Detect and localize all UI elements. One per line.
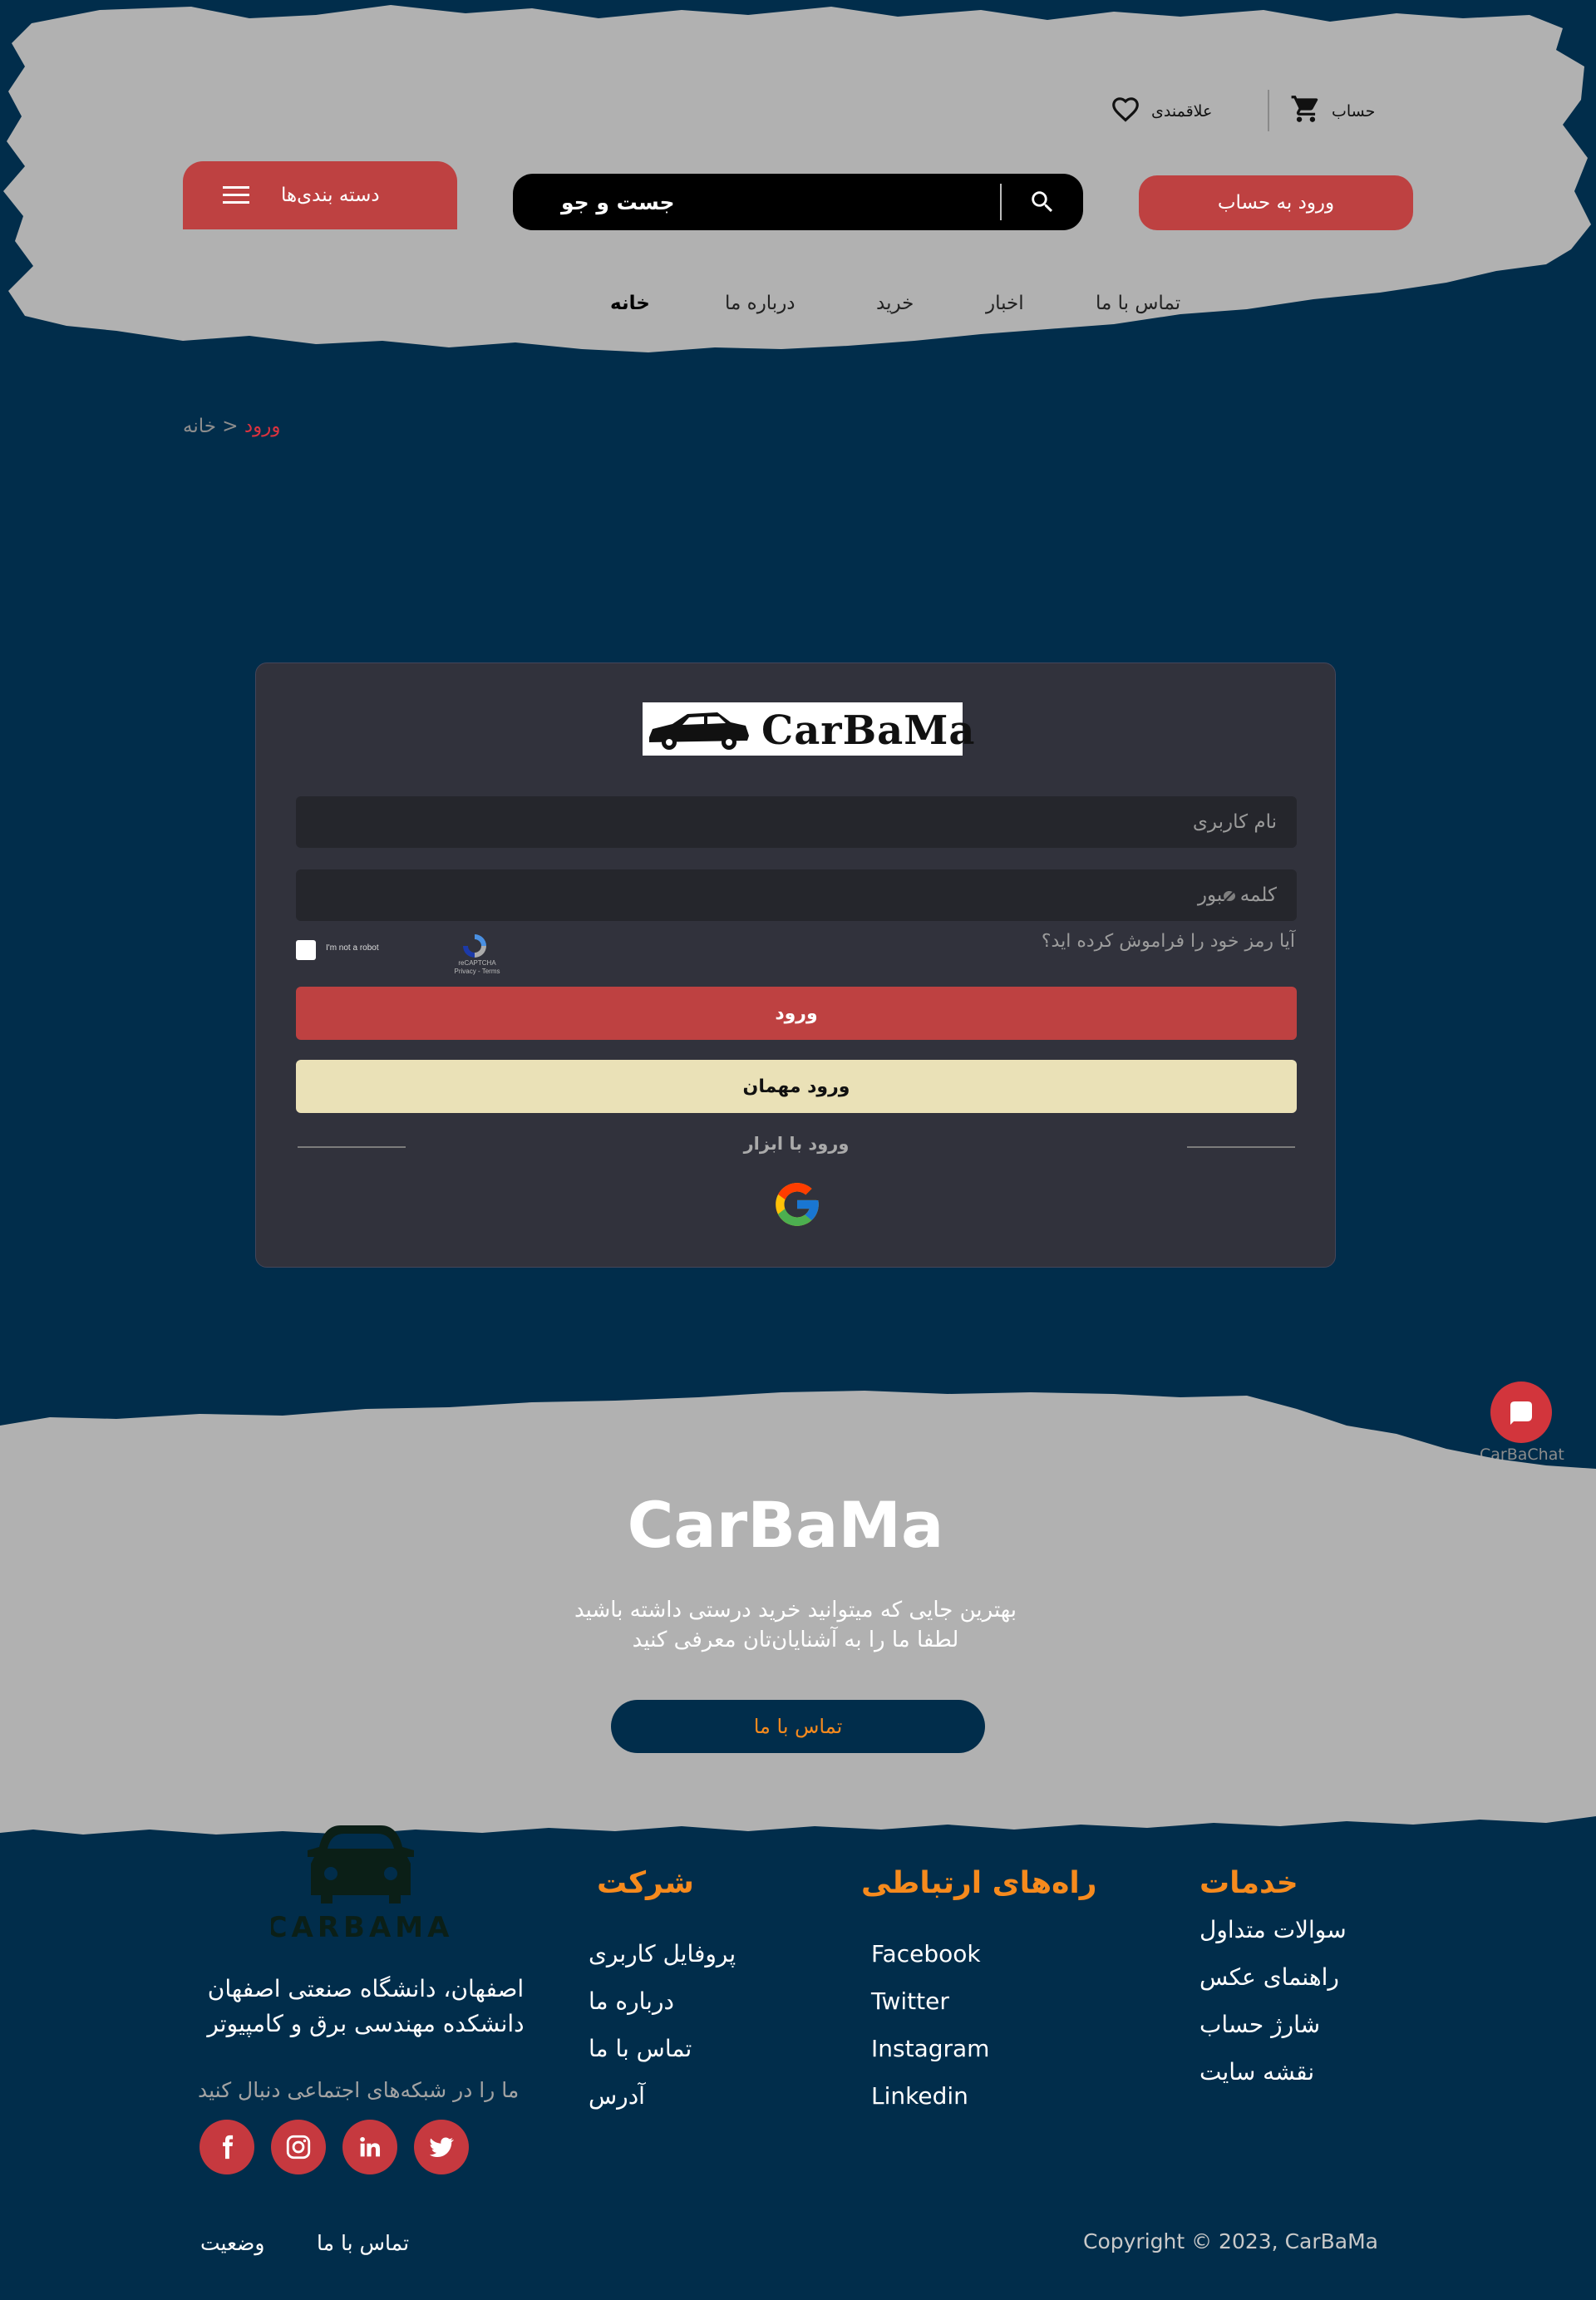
contact-link-twitter[interactable]: Twitter [871, 1987, 949, 2015]
address-line2: دانشکده مهندسی برق و کامپیوتر [207, 2010, 525, 2037]
search-divider [1000, 184, 1002, 220]
logo-text: CarBaMa [761, 707, 976, 754]
contact-link-linkedin[interactable]: Linkedin [871, 2082, 968, 2110]
footer-cta-line2: لطفا ما را به آشنایان‌تان معرفی کنید [632, 1628, 959, 1652]
company-link-address[interactable]: آدرس [589, 2082, 645, 2110]
footer-contact-button[interactable]: تماس با ما [611, 1700, 985, 1753]
account-label: حساب [1332, 101, 1376, 121]
password-field[interactable] [296, 869, 1297, 921]
contact-title: راه‌های ارتباطی [861, 1866, 1097, 1900]
search-label: جست و جو [561, 190, 675, 214]
instagram-button[interactable] [271, 2120, 326, 2174]
submit-login-button[interactable]: ورود [296, 987, 1297, 1040]
nav-home[interactable]: خانه [610, 287, 650, 320]
footer-cta-title: CarBaMa [627, 1488, 944, 1562]
breadcrumb-separator: < [215, 416, 244, 437]
account-link[interactable]: حساب [1290, 93, 1375, 129]
contact-link-facebook[interactable]: Facebook [871, 1940, 981, 1968]
status-link[interactable]: وضعیت [200, 2231, 264, 2255]
copyright: Copyright © 2023, CarBaMa [1083, 2229, 1378, 2253]
breadcrumb-current: ورود [244, 416, 281, 437]
nav-shop[interactable]: خرید [876, 287, 914, 320]
bottom-contact-link[interactable]: تماس با ما [317, 2231, 409, 2255]
password-input[interactable] [316, 884, 1277, 906]
breadcrumb-home[interactable]: خانه [183, 416, 216, 437]
topbar-divider [1268, 90, 1269, 131]
carbama-logo: CarBaMa [643, 702, 975, 756]
facebook-button[interactable] [200, 2120, 254, 2174]
guest-login-button[interactable]: ورود مهمان [296, 1060, 1297, 1113]
categories-label: دسته بندی‌ها [281, 185, 380, 206]
services-link-photo-guide[interactable]: راهنمای عکس [1199, 1963, 1339, 1991]
forgot-password-link[interactable]: آیا رمز خود را فراموش کرده اید؟ [1042, 931, 1295, 952]
company-link-profile[interactable]: پروفایل کاربری [589, 1940, 736, 1968]
twitter-icon [429, 2137, 455, 2158]
company-link-about[interactable]: درباره ما [589, 1987, 674, 2015]
linkedin-icon [360, 2136, 381, 2157]
nav-news[interactable]: اخبار [986, 287, 1024, 320]
nav-contact[interactable]: تماس با ما [1096, 287, 1180, 320]
company-title: شرکت [597, 1866, 694, 1900]
login-button[interactable]: ورود به حساب [1139, 175, 1413, 230]
wishlist-link[interactable]: علاقمندی [1110, 93, 1212, 129]
google-icon[interactable] [771, 1179, 823, 1230]
search-icon[interactable] [1028, 188, 1057, 216]
footer-logo: CARBAMA [267, 1820, 450, 1945]
captcha-checkbox[interactable] [296, 940, 316, 960]
services-link-charge[interactable]: شارژ حساب [1199, 2011, 1320, 2038]
heart-icon [1110, 93, 1141, 129]
car-icon [649, 712, 749, 750]
services-link-sitemap[interactable]: نقشه سایت [1199, 2058, 1314, 2086]
breadcrumb: ورود < خانه [183, 416, 280, 437]
footer-car-icon: CARBAMA [267, 1825, 450, 1944]
categories-button[interactable]: دسته بندی‌ها [183, 161, 457, 229]
contact-link-instagram[interactable]: Instagram [871, 2035, 989, 2062]
eye-slash-icon[interactable] [1221, 888, 1238, 904]
footer-cta-line1: بهترین جایی که میتوانید خرید درستی داشته… [574, 1598, 1017, 1623]
login-card: CarBaMa I'm not a robot reCAPTCHA Privac… [255, 662, 1336, 1268]
facebook-icon [223, 2135, 234, 2160]
nav-about[interactable]: درباره ما [725, 287, 796, 320]
twitter-button[interactable] [414, 2120, 469, 2174]
instagram-icon [286, 2135, 311, 2160]
company-link-contact[interactable]: تماس با ما [589, 2035, 692, 2062]
services-link-faq[interactable]: سوالات متداول [1199, 1916, 1347, 1943]
username-input[interactable] [316, 811, 1277, 833]
services-title: خدمات [1199, 1866, 1298, 1900]
linkedin-button[interactable] [342, 2120, 397, 2174]
recaptcha-label: reCAPTCHA [458, 959, 496, 967]
username-field[interactable] [296, 796, 1297, 848]
cart-icon [1290, 93, 1322, 129]
menu-icon [223, 186, 249, 204]
recaptcha-terms[interactable]: Privacy - Terms [455, 968, 500, 975]
address-line1: اصفهان، دانشگاه صنعتی اصفهان [207, 1975, 525, 2002]
footer-logo-text: CARBAMA [271, 1911, 450, 1944]
social-login-label: ورود با ابزار [743, 1134, 850, 1154]
follow-label: ما را در شبکه‌های اجتماعی دنبال کنید [198, 2078, 520, 2102]
search-bar[interactable]: جست و جو [513, 174, 1083, 230]
captcha-label: I'm not a robot [326, 943, 379, 953]
recaptcha-text: reCAPTCHA Privacy - Terms [452, 959, 502, 976]
wishlist-label: علاقمندی [1151, 101, 1213, 121]
